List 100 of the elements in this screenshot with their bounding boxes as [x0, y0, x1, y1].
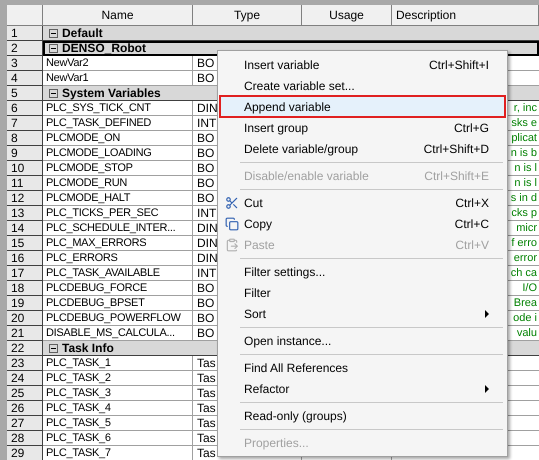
row-number[interactable]: 6 — [7, 101, 43, 116]
collapse-icon[interactable] — [49, 88, 58, 98]
row-number[interactable]: 11 — [7, 176, 43, 191]
collapse-icon[interactable] — [49, 344, 58, 352]
row-number[interactable]: 16 — [7, 251, 43, 266]
row-number[interactable]: 24 — [7, 371, 43, 386]
name-cell: PLC_TASK_AVAILABLE — [43, 266, 193, 281]
menu-item[interactable]: Filter settings... — [220, 261, 505, 282]
name-cell: PLC_TASK_DEFINED — [43, 116, 193, 131]
row-number[interactable]: 25 — [7, 386, 43, 401]
row-number[interactable]: 23 — [7, 356, 43, 371]
group-name: Task Info — [62, 341, 114, 355]
name-cell: PLCDEBUG_POWERFLOW — [43, 311, 193, 326]
row-number[interactable]: 26 — [7, 401, 43, 416]
type-cell: BO — [197, 311, 214, 325]
column-header[interactable]: Name — [43, 5, 193, 25]
row-number[interactable]: 12 — [7, 191, 43, 206]
row-number[interactable]: 7 — [7, 116, 43, 131]
type-cell: BO — [197, 56, 214, 70]
name-cell: PLC_TASK_7 — [43, 446, 193, 460]
row-number[interactable]: 9 — [7, 146, 43, 161]
type-cell: BO — [197, 326, 214, 340]
description-cell: n is l — [514, 161, 537, 175]
row-number[interactable]: 27 — [7, 416, 43, 431]
row-number[interactable]: 13 — [7, 206, 43, 221]
name-cell: PLCDEBUG_FORCE — [43, 281, 193, 296]
row-number[interactable]: 14 — [7, 221, 43, 236]
row-number[interactable]: 3 — [7, 56, 43, 71]
type-cell: BO — [197, 71, 214, 85]
menu-item[interactable]: Read-only (groups) — [220, 405, 505, 426]
name-cell: PLC_SYS_TICK_CNT — [43, 101, 193, 116]
row-number[interactable]: 22 — [7, 341, 43, 356]
name-cell: PLC_TASK_4 — [43, 401, 193, 416]
menu-item[interactable]: Cut Ctrl+X — [220, 192, 505, 213]
column-header[interactable]: Description — [392, 5, 539, 25]
name-cell: PLCMODE_LOADING — [43, 146, 193, 161]
type-cell: Tas — [197, 446, 216, 460]
type-cell: Tas — [197, 416, 216, 430]
row-number[interactable]: 15 — [7, 236, 43, 251]
menu-item[interactable]: Append variable — [220, 96, 505, 117]
group-name: DENSO_Robot — [62, 41, 146, 55]
row-number[interactable]: 5 — [7, 86, 43, 101]
collapse-icon[interactable] — [49, 28, 58, 38]
row-number[interactable]: 20 — [7, 311, 43, 326]
row-number[interactable]: 29 — [7, 446, 43, 460]
group-header[interactable]: Default — [43, 26, 539, 41]
type-cell: Tas — [197, 371, 216, 385]
row-number[interactable]: 8 — [7, 131, 43, 146]
collapse-icon[interactable] — [49, 44, 58, 52]
description-cell: Brea — [514, 296, 537, 310]
menu-item[interactable]: Delete variable/group Ctrl+Shift+D — [220, 138, 505, 159]
type-cell: BO — [197, 146, 214, 160]
menu-item[interactable]: Refactor — [220, 378, 505, 399]
name-cell: PLC_TASK_1 — [43, 356, 193, 371]
name-cell: PLC_MAX_ERRORS — [43, 236, 193, 251]
row-number[interactable]: 18 — [7, 281, 43, 296]
menu-item[interactable]: Insert group Ctrl+G — [220, 117, 505, 138]
menu-item[interactable]: Find All References — [220, 357, 505, 378]
row-number[interactable]: 4 — [7, 71, 43, 86]
column-header[interactable]: Type — [193, 5, 302, 25]
name-cell: PLCMODE_STOP — [43, 161, 193, 176]
type-cell: INT — [197, 116, 216, 130]
description-cell: error — [514, 251, 537, 265]
type-cell: DIN — [197, 251, 218, 265]
description-cell: r, inc — [514, 101, 537, 115]
row-number[interactable]: 2 — [7, 41, 43, 56]
description-cell: ode i — [513, 311, 537, 325]
description-cell: cks p — [511, 206, 537, 220]
menu-item[interactable]: Open instance... — [220, 330, 505, 351]
type-cell: BO — [197, 296, 214, 310]
row-number[interactable]: 21 — [7, 326, 43, 341]
row-number[interactable]: 10 — [7, 161, 43, 176]
group-name: Default — [62, 26, 103, 40]
type-cell: DIN — [197, 236, 218, 250]
menu-item[interactable]: Copy Ctrl+C — [220, 213, 505, 234]
type-cell: Tas — [197, 386, 216, 400]
menu-item[interactable]: Filter — [220, 282, 505, 303]
name-cell: PLC_TICKS_PER_SEC — [43, 206, 193, 221]
menu-item[interactable]: Create variable set... — [220, 75, 505, 96]
row-number[interactable]: 17 — [7, 266, 43, 281]
name-cell: PLCDEBUG_BPSET — [43, 296, 193, 311]
type-cell: Tas — [197, 356, 216, 370]
copy-icon — [225, 216, 239, 230]
description-cell: valu — [516, 326, 537, 340]
type-cell: BO — [197, 191, 214, 205]
menu-item[interactable]: Insert variable Ctrl+Shift+I — [220, 54, 505, 75]
row-number[interactable]: 28 — [7, 431, 43, 446]
description-cell: s in d — [510, 191, 537, 205]
column-header[interactable]: Usage — [302, 5, 392, 25]
type-cell: Tas — [197, 431, 216, 445]
type-cell: BO — [197, 281, 214, 295]
row-number[interactable]: 19 — [7, 296, 43, 311]
type-cell: DIN — [197, 221, 218, 235]
description-cell: f erro — [511, 236, 537, 250]
menu-item[interactable]: Sort — [220, 303, 505, 324]
type-cell: BO — [197, 131, 214, 145]
row-number[interactable]: 1 — [7, 26, 43, 41]
paste-icon — [225, 238, 239, 252]
description-cell: n is b — [510, 146, 537, 160]
type-cell: BO — [197, 161, 214, 175]
